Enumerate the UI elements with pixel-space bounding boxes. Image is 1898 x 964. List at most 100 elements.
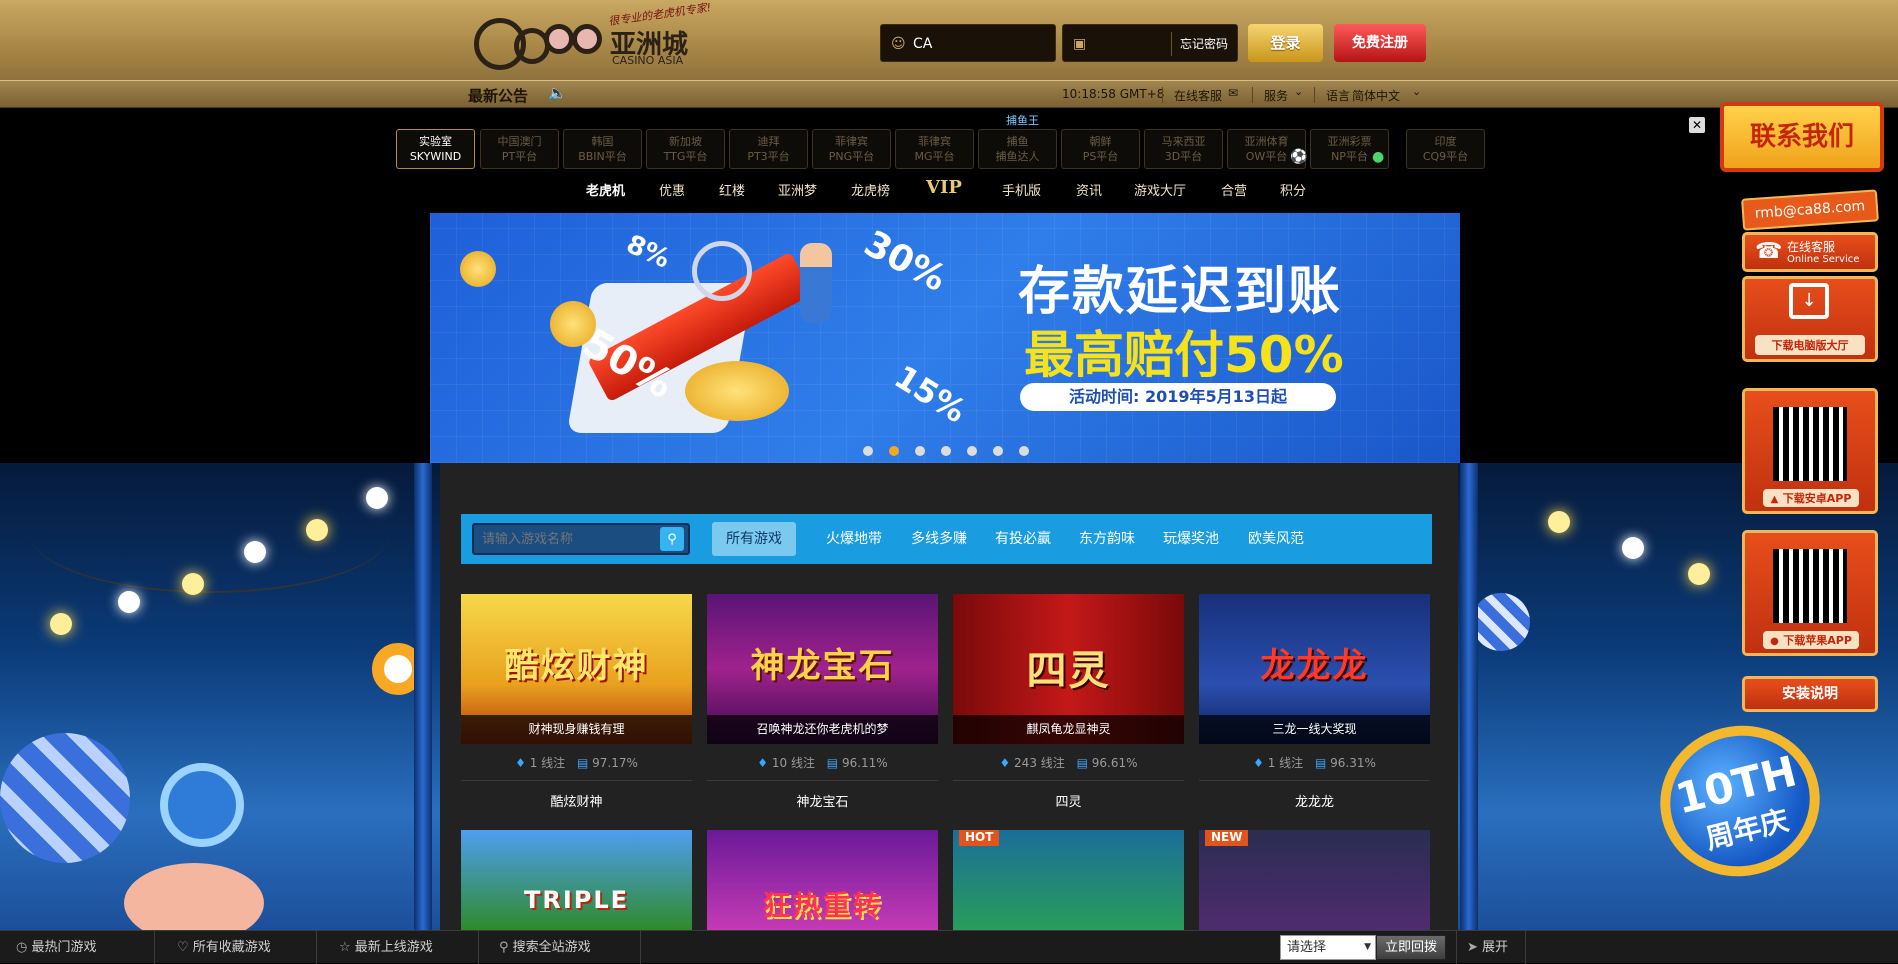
username-field[interactable]: ☺ CA (880, 24, 1056, 62)
tab-sure-win[interactable]: 有投必赢 (995, 528, 1051, 548)
site-logo[interactable]: 亚洲城 CASINO ASIA 很专业的老虎机专家! (470, 1, 730, 72)
notice-title: 最新公告 (468, 87, 529, 105)
new-games-button[interactable]: ☆ 最新上线游戏 (317, 931, 479, 964)
contact-us-banner[interactable]: 联系我们 (1720, 102, 1884, 172)
carousel-dot-active[interactable] (889, 446, 899, 456)
platform-png[interactable]: 菲律宾 PNG平台 (812, 129, 891, 169)
callback-button[interactable]: 立即回拨 (1376, 935, 1446, 960)
speaker-icon[interactable]: 🔈 (548, 84, 567, 102)
rtp-icon: ▤ (1076, 756, 1088, 770)
decor-scene-left (0, 463, 440, 943)
game-stats: ♦ 243 线注 ▤ 96.61% (953, 754, 1184, 771)
tab-multi-line[interactable]: 多线多赚 (911, 528, 967, 548)
game-name[interactable]: 神龙宝石 (707, 780, 938, 810)
tab-all-games[interactable]: 所有游戏 (712, 522, 796, 556)
game-filter-bar: ⚲ 所有游戏 火爆地带 多线多赚 有投必赢 东方韵味 玩爆奖池 欧美风范 (461, 514, 1432, 564)
game-name[interactable]: 酷炫财神 (461, 780, 692, 810)
game-art-title: 狂热重转 (762, 889, 883, 922)
game-card[interactable]: 神龙宝石 召唤神龙还你老虎机的梦 ♦ 10 线注 ▤ 96.11% 神龙宝石 (707, 594, 938, 812)
password-field[interactable]: ▣ 忘记密码 (1062, 24, 1238, 62)
register-button[interactable]: 免费注册 (1334, 24, 1426, 62)
game-card[interactable]: NEW (1199, 830, 1430, 930)
download-ios-button[interactable]: ● 下载苹果APP (1742, 530, 1878, 656)
service-menu[interactable]: 服务 (1264, 87, 1288, 104)
platform-pt3[interactable]: 迪拜 PT3平台 (729, 129, 808, 169)
close-icon[interactable]: ✕ (1689, 117, 1705, 133)
game-caption: 麒凤龟龙显神灵 (953, 715, 1184, 744)
arrow-right-icon: ➤ (1467, 940, 1478, 955)
game-caption: 召唤神龙还你老虎机的梦 (707, 715, 938, 744)
platform-pt[interactable]: 中国澳门 PT平台 (480, 129, 559, 169)
game-search-box: ⚲ (472, 523, 690, 555)
email-tag[interactable]: rmb@ca88.com (1741, 189, 1879, 231)
android-qr-code (1773, 407, 1847, 481)
nav-leaderboard[interactable]: 龙虎榜 (851, 180, 890, 199)
tab-jackpot[interactable]: 玩爆奖池 (1163, 528, 1219, 548)
lines-icon: ♦ (1253, 756, 1264, 770)
forgot-password-link[interactable]: 忘记密码 (1171, 32, 1228, 56)
platform-skywind[interactable]: 实验室 SKYWIND (396, 129, 475, 169)
carousel-dot[interactable] (941, 446, 951, 456)
login-button[interactable]: 登录 (1248, 24, 1323, 62)
tab-oriental[interactable]: 东方韵味 (1079, 528, 1135, 548)
carousel-dot[interactable] (1019, 446, 1029, 456)
coin-icon (685, 361, 789, 421)
download-pc-button[interactable]: ↓ 下载电脑版大厅 (1742, 276, 1878, 362)
online-support-link[interactable]: 在线客服 (1174, 87, 1222, 104)
carousel-dot[interactable] (993, 446, 1003, 456)
game-name[interactable]: 龙龙龙 (1199, 780, 1430, 810)
search-icon: ⚲ (667, 532, 677, 547)
game-thumbnail: 龙龙龙 三龙一线大奖现 (1199, 594, 1430, 744)
nav-vip[interactable]: VIP (926, 177, 962, 198)
platform-cq9[interactable]: 印度 CQ9平台 (1406, 129, 1485, 169)
game-card[interactable]: 狂热重转 (707, 830, 938, 930)
nav-honglou[interactable]: 红楼 (719, 180, 745, 199)
promo-banner[interactable]: 8% 30% 50% 15% 存款延迟到账 最高赔付50% 活动时间: 2019… (430, 213, 1460, 463)
nav-mobile[interactable]: 手机版 (1002, 180, 1041, 199)
nav-slots[interactable]: 老虎机 (586, 180, 625, 199)
user-icon: ☺ (891, 36, 906, 52)
tab-hot-zone[interactable]: 火爆地带 (826, 528, 882, 548)
carousel-dot[interactable] (915, 446, 925, 456)
expand-button[interactable]: ➤ 展开 (1456, 931, 1526, 964)
nav-asia-dream[interactable]: 亚洲梦 (778, 180, 817, 199)
platform-ttg[interactable]: 新加坡 TTG平台 (646, 129, 725, 169)
favorites-button[interactable]: ♡ 所有收藏游戏 (155, 931, 317, 964)
game-card[interactable]: 四灵 麒凤龟龙显神灵 ♦ 243 线注 ▤ 96.61% 四灵 (953, 594, 1184, 812)
game-card[interactable]: TRIPLE (461, 830, 692, 930)
online-service-button[interactable]: ☎ 在线客服 Online Service (1742, 232, 1878, 272)
nav-promotions[interactable]: 优惠 (659, 180, 685, 199)
nav-news[interactable]: 资讯 (1076, 180, 1102, 199)
hot-games-button[interactable]: ◷ 最热门游戏 (0, 931, 155, 964)
language-label: 语言 (1326, 89, 1351, 103)
platform-mg[interactable]: 菲律宾 MG平台 (895, 129, 974, 169)
carousel-dot[interactable] (967, 446, 977, 456)
heart-icon: ♡ (177, 940, 189, 955)
platform-bbin[interactable]: 韩国 BBIN平台 (563, 129, 642, 169)
game-card[interactable]: HOT (953, 830, 1184, 930)
install-guide-button[interactable]: 安装说明 (1742, 676, 1878, 712)
search-all-button[interactable]: ⚲ 搜索全站游戏 (479, 931, 641, 964)
game-thumbnail: 酷炫财神 财神现身赚钱有理 (461, 594, 692, 744)
nav-game-lobby[interactable]: 游戏大厅 (1134, 180, 1186, 199)
game-card[interactable]: 酷炫财神 财神现身赚钱有理 ♦ 1 线注 ▤ 97.17% 酷炫财神 (461, 594, 692, 812)
carousel-dot[interactable] (863, 446, 873, 456)
search-button[interactable]: ⚲ (660, 527, 684, 551)
register-label: 免费注册 (1352, 35, 1408, 51)
game-search-input[interactable] (482, 527, 652, 551)
platform-3d[interactable]: 马来西亚 3D平台 (1144, 129, 1223, 169)
decor-pillar-right (1460, 463, 1478, 930)
bulb-icon (1688, 563, 1710, 585)
download-android-button[interactable]: ▲ 下载安卓APP (1742, 388, 1878, 514)
platform-fishing[interactable]: 捕鱼 捕鱼达人 (978, 129, 1057, 169)
platform-ps[interactable]: 朝鲜 PS平台 (1061, 129, 1140, 169)
nav-points[interactable]: 积分 (1280, 180, 1306, 199)
game-card[interactable]: 龙龙龙 三龙一线大奖现 ♦ 1 线注 ▤ 96.31% 龙龙龙 (1199, 594, 1430, 812)
striped-ball (0, 733, 130, 863)
language-select[interactable]: 简体中文 (1352, 87, 1400, 104)
callback-select[interactable]: 请选择 ▼ (1280, 935, 1376, 960)
tab-western[interactable]: 欧美风范 (1248, 528, 1304, 548)
nav-affiliate[interactable]: 合营 (1221, 180, 1247, 199)
game-art-title: TRIPLE (523, 886, 630, 914)
game-name[interactable]: 四灵 (953, 780, 1184, 810)
